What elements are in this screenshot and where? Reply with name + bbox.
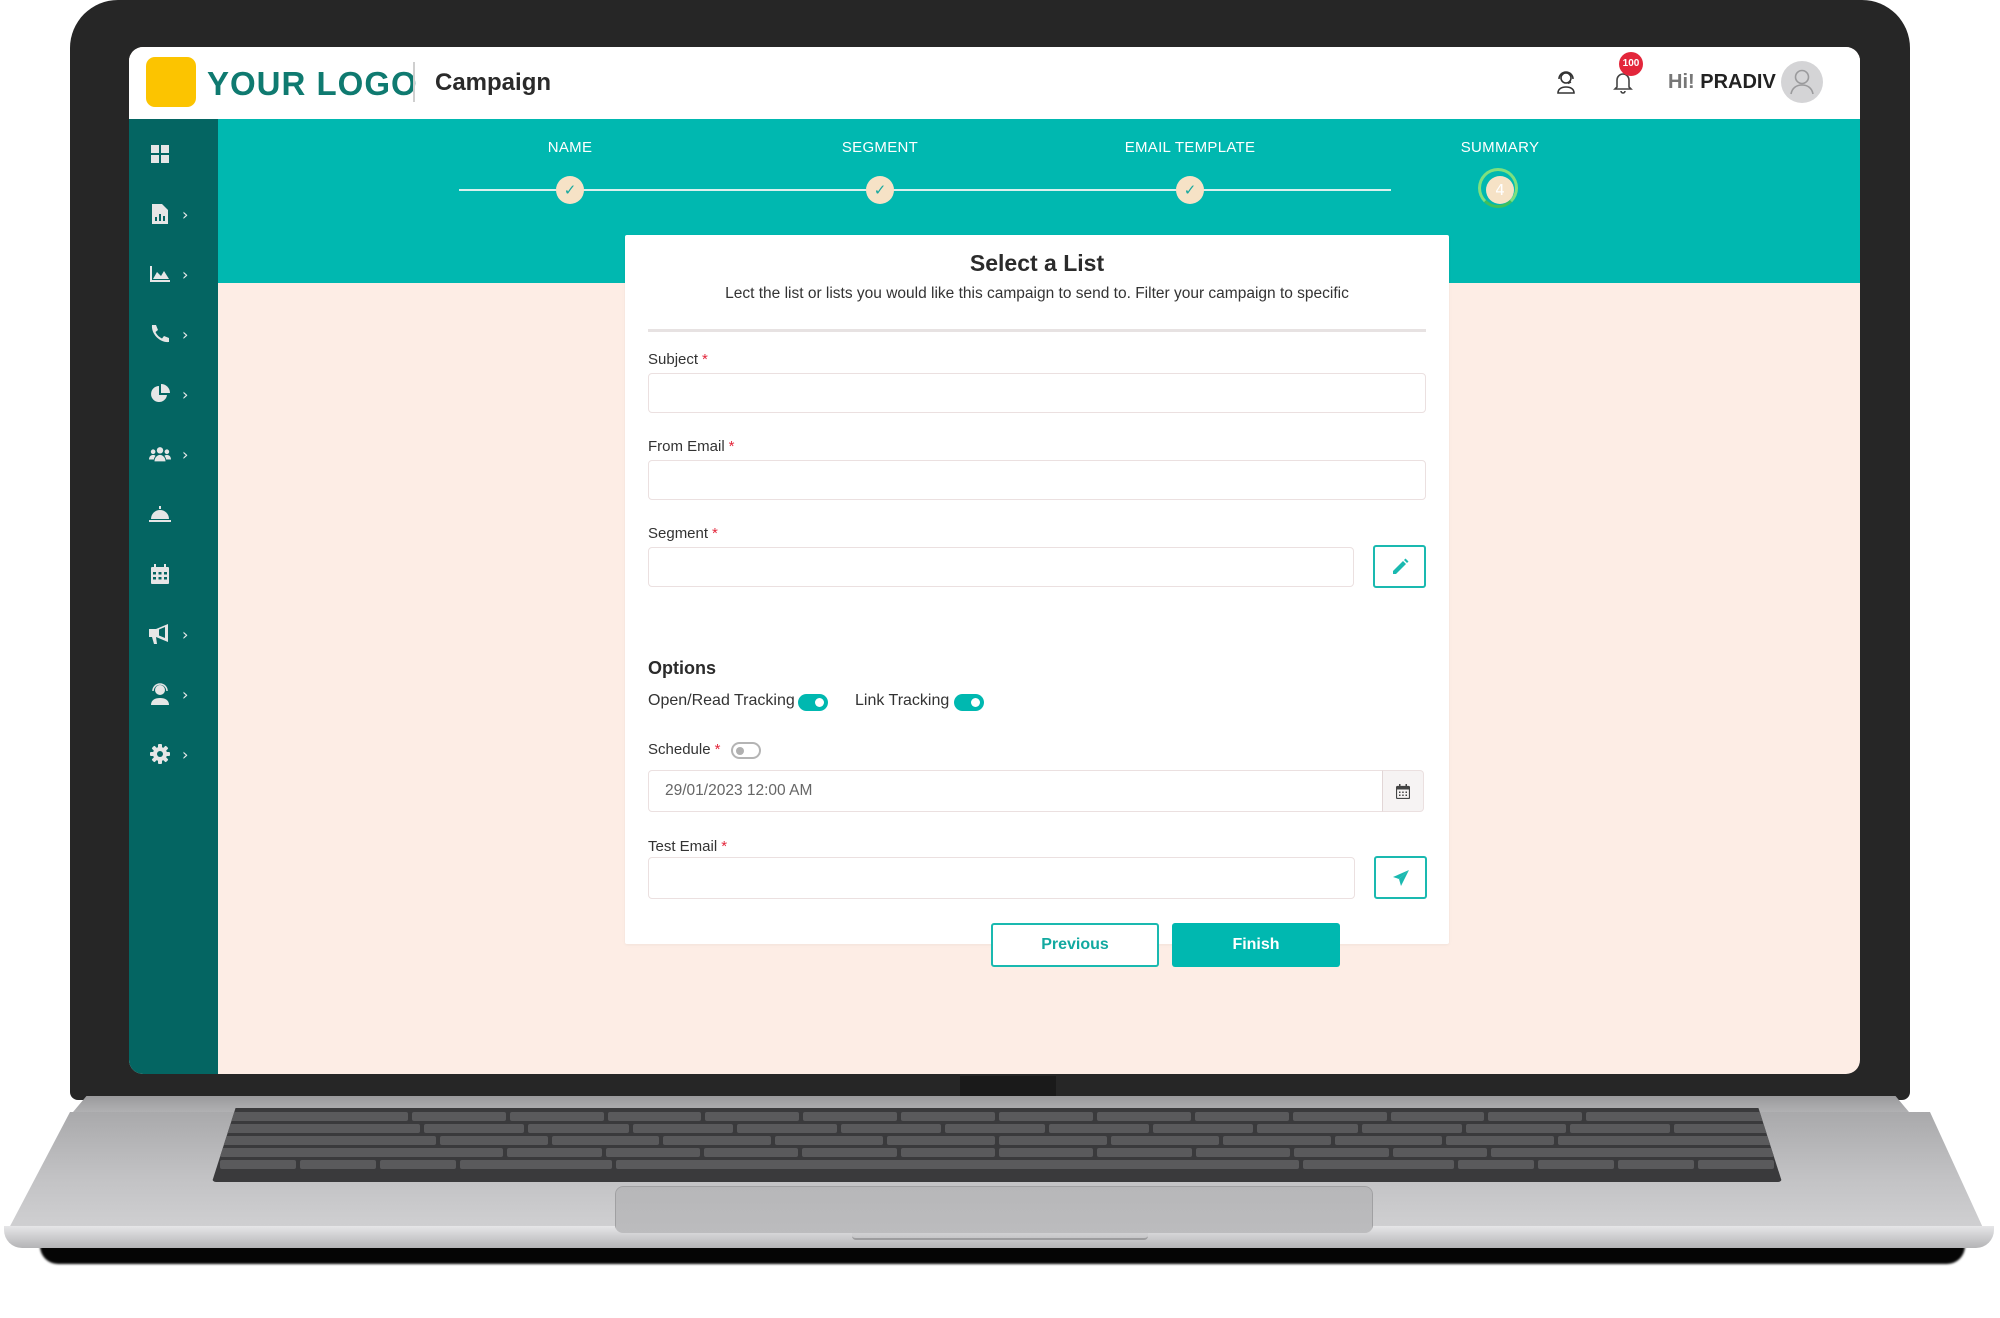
required-mark: * — [702, 351, 708, 368]
area-chart-icon — [149, 263, 171, 285]
page-title: Campaign — [435, 69, 552, 96]
megaphone-icon — [149, 623, 171, 645]
pie-chart-icon — [149, 383, 171, 405]
form-divider — [648, 329, 1426, 332]
chevron-right-icon: › — [182, 444, 189, 464]
required-mark: * — [712, 525, 718, 542]
sidebar-item-users[interactable]: › — [129, 432, 218, 476]
step-label: SEGMENT — [841, 139, 919, 156]
header-divider — [413, 62, 415, 102]
test-email-input[interactable] — [648, 857, 1355, 899]
service-bell-icon — [149, 503, 171, 525]
send-test-email-button[interactable] — [1374, 856, 1427, 899]
schedule-toggle[interactable] — [731, 742, 761, 759]
laptop-shadow — [40, 1246, 1965, 1264]
test-email-label: Test Email * — [648, 838, 727, 855]
check-icon: ✓ — [556, 176, 584, 204]
phone-icon — [149, 323, 171, 345]
calendar-icon — [1396, 783, 1410, 799]
top-header: YOUR LOGO Campaign 100 Hi! PRADIV — [129, 47, 1860, 120]
options-heading: Options — [648, 658, 716, 678]
schedule-label: Schedule * — [648, 741, 720, 758]
step-label: EMAIL TEMPLATE — [1124, 139, 1256, 156]
users-icon — [149, 443, 171, 465]
dashboard-grid-icon — [149, 143, 171, 165]
sidebar-item-support[interactable]: › — [129, 672, 218, 716]
step-connector — [1079, 189, 1391, 191]
step-number: 4 — [1486, 176, 1514, 204]
greeting-prefix: Hi! — [1668, 71, 1695, 93]
segment-label-text: Segment — [648, 525, 709, 542]
report-file-icon — [149, 203, 171, 225]
chevron-right-icon: › — [182, 744, 189, 764]
app-screen: YOUR LOGO Campaign 100 Hi! PRADIV › › › … — [129, 47, 1860, 1074]
finish-button[interactable]: Finish — [1172, 923, 1340, 967]
chevron-right-icon: › — [182, 384, 189, 404]
form-title: Select a List — [969, 250, 1105, 276]
pencil-icon — [1392, 558, 1408, 574]
test-email-label-text: Test Email — [648, 838, 718, 855]
laptop-hinge — [960, 1076, 1056, 1096]
edit-segment-button[interactable] — [1373, 545, 1426, 588]
chevron-right-icon: › — [182, 324, 189, 344]
sidebar-item-statistics[interactable]: › — [129, 372, 218, 416]
open-read-tracking-label: Open/Read Tracking — [648, 692, 795, 709]
segment-label: Segment * — [648, 525, 718, 542]
user-icon — [1790, 69, 1814, 95]
subject-label-text: Subject — [648, 351, 699, 368]
previous-button[interactable]: Previous — [991, 923, 1159, 967]
support-agent-icon — [149, 683, 171, 705]
required-mark: * — [728, 438, 735, 455]
gear-icon — [149, 743, 171, 765]
sidebar-item-settings[interactable]: › — [129, 732, 218, 776]
link-tracking-label: Link Tracking — [855, 692, 950, 709]
chevron-right-icon: › — [182, 624, 189, 644]
open-calendar-button[interactable] — [1382, 770, 1424, 812]
user-greeting: Hi! PRADIV — [1668, 67, 1776, 97]
chevron-right-icon: › — [182, 264, 189, 284]
sidebar: › › › › › › › › — [129, 119, 218, 1074]
avatar[interactable] — [1781, 61, 1823, 103]
from-email-label: From Email * — [648, 438, 735, 455]
logo-mark — [146, 57, 196, 107]
open-read-tracking-toggle[interactable] — [798, 694, 828, 711]
sidebar-item-analytics[interactable]: › — [129, 252, 218, 296]
subject-input[interactable] — [648, 373, 1426, 413]
paper-plane-icon — [1392, 869, 1409, 886]
schedule-label-text: Schedule — [648, 741, 711, 758]
sidebar-item-calls[interactable]: › — [129, 312, 218, 356]
from-email-label-text: From Email — [648, 438, 725, 455]
sidebar-item-calendar[interactable] — [129, 552, 218, 596]
subject-label: Subject * — [648, 351, 708, 368]
form-subtitle: Lect the list or lists you would like th… — [725, 285, 1349, 302]
sidebar-item-dashboard[interactable] — [129, 132, 218, 176]
link-tracking-toggle[interactable] — [954, 694, 984, 711]
calendar-icon — [149, 563, 171, 585]
laptop-keyboard — [212, 1108, 1782, 1182]
sidebar-item-campaigns[interactable]: › — [129, 612, 218, 656]
from-email-input[interactable] — [648, 460, 1426, 500]
campaign-form-card: Select a List Lect the list or lists you… — [625, 235, 1449, 967]
notification-badge[interactable]: 100 — [1619, 52, 1643, 76]
step-label: SUMMARY — [1460, 139, 1540, 156]
schedule-datetime-input[interactable] — [648, 770, 1384, 812]
required-mark: * — [721, 838, 728, 855]
step-connector — [459, 189, 771, 191]
user-name: PRADIV — [1700, 71, 1776, 93]
segment-input[interactable] — [648, 547, 1354, 587]
sidebar-item-reports[interactable]: › — [129, 192, 218, 236]
check-icon: ✓ — [1176, 176, 1204, 204]
chevron-right-icon: › — [182, 204, 189, 224]
sidebar-item-services[interactable] — [129, 492, 218, 536]
check-icon: ✓ — [866, 176, 894, 204]
chevron-right-icon: › — [182, 684, 189, 704]
headset-icon[interactable] — [1554, 69, 1578, 95]
required-mark: * — [714, 741, 721, 758]
step-label: NAME — [547, 139, 593, 156]
step-connector — [769, 189, 1081, 191]
logo-text: YOUR LOGO — [207, 65, 418, 102]
